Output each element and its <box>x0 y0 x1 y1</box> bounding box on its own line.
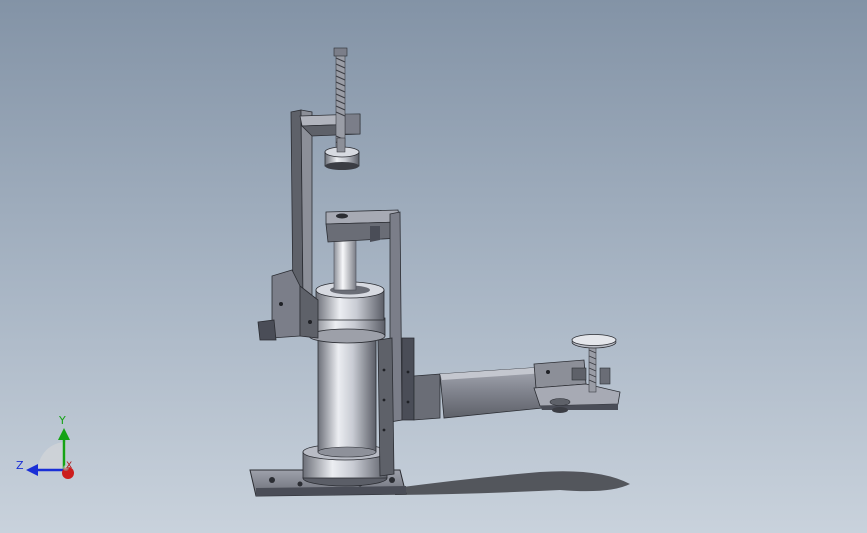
arm-clamp-screw <box>588 343 597 393</box>
piston-rod <box>333 235 357 291</box>
axis-z-label: Z <box>16 459 24 472</box>
right-column[interactable] <box>377 211 415 477</box>
y-axis-arrowhead <box>58 428 70 440</box>
ground-shadow <box>395 471 630 495</box>
axis-x-label: X <box>66 461 73 471</box>
lead-screw <box>333 47 348 153</box>
left-column[interactable] <box>290 109 313 303</box>
upper-clamp-pad[interactable] <box>324 137 360 170</box>
cad-model-render[interactable] <box>0 0 867 533</box>
top-yoke[interactable] <box>325 209 401 243</box>
z-axis-arrowhead <box>26 464 38 476</box>
axis-y-label: Y <box>59 414 66 427</box>
cad-viewport[interactable]: Y Z X <box>0 0 867 533</box>
top-bracket[interactable] <box>299 113 361 137</box>
